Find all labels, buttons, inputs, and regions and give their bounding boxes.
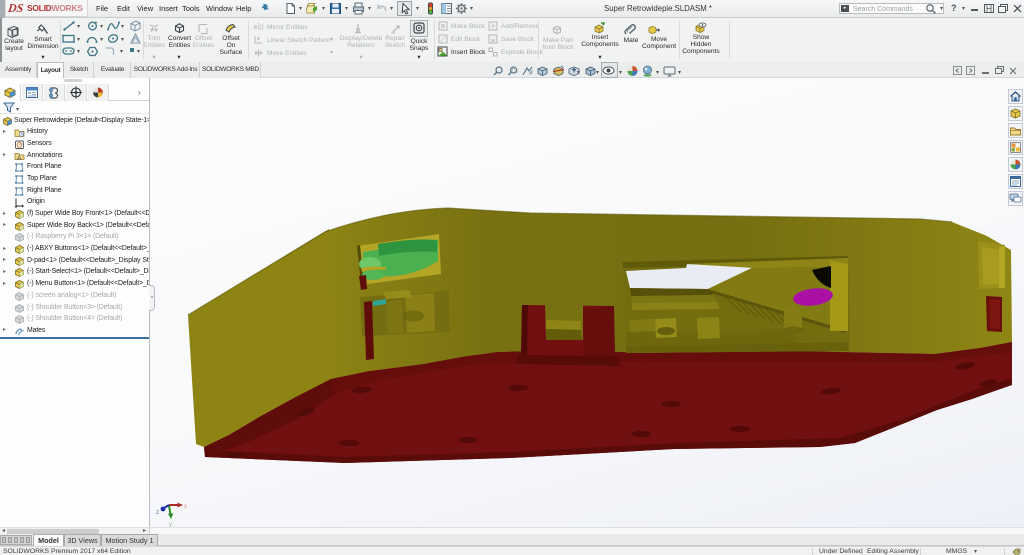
svg-text:x: x [184,504,187,510]
svg-text:z: z [156,510,159,516]
